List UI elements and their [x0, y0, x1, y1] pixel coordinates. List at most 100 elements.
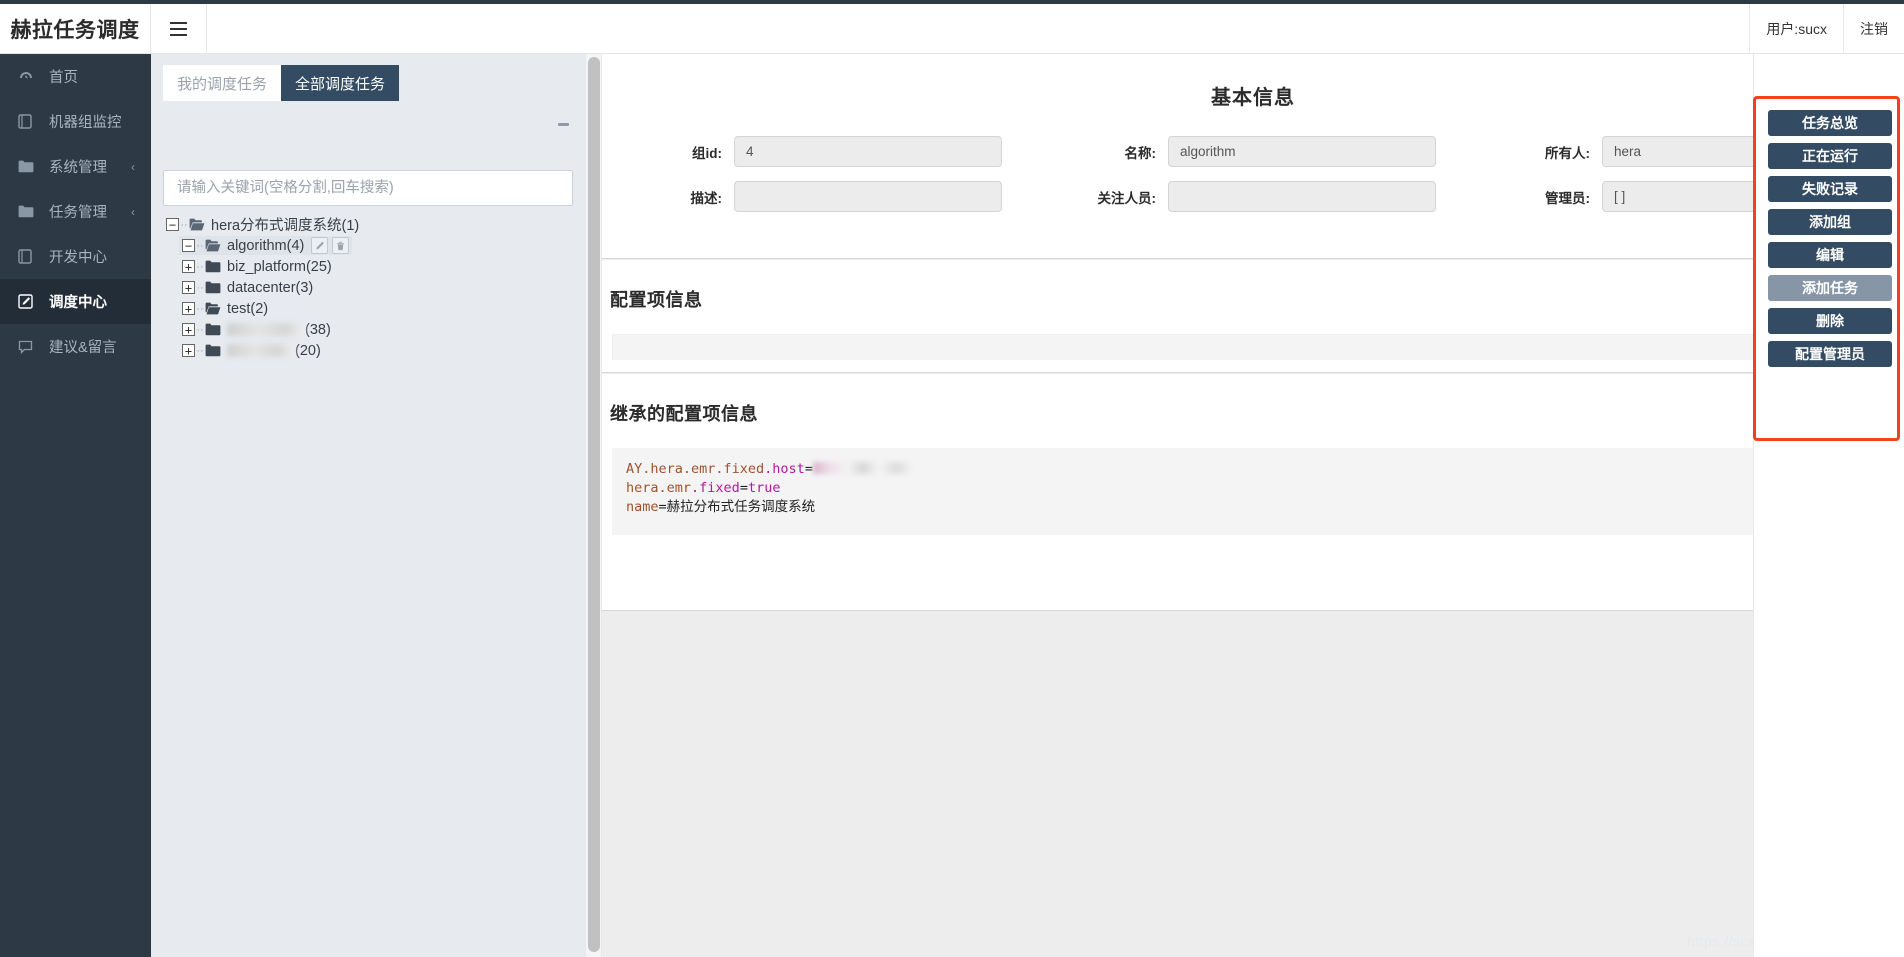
sidebar-item-label: 调度中心 — [49, 291, 107, 312]
sidebar-item-schedule-center[interactable]: 调度中心 — [0, 279, 151, 324]
scrollbar-thumb[interactable] — [588, 57, 600, 952]
tree-toggle-icon[interactable]: + — [182, 344, 195, 357]
folder-open-icon — [205, 239, 221, 252]
action-button-stack: 任务总览 正在运行 失败记录 添加组 编辑 添加任务 删除 配置管理员 — [1768, 110, 1892, 367]
config-value: 赫拉分布式任务调度系统 — [667, 499, 816, 515]
tree-toggle-icon[interactable]: + — [182, 260, 195, 273]
description-field[interactable] — [734, 181, 1002, 212]
tree-node-biz-platform[interactable]: + ·· biz_platform(25) — [163, 256, 573, 277]
add-group-button[interactable]: 添加组 — [1768, 209, 1892, 235]
sidebar-item-feedback[interactable]: 建议&留言 — [0, 324, 151, 369]
app-header: 赫拉任务调度 用户:sucx 注销 — [0, 4, 1904, 54]
sidebar-item-label: 开发中心 — [49, 246, 107, 267]
task-tree-panel: 我的调度任务 全部调度任务 − ·· hera分布式调度系统(1) − ·· — [151, 54, 585, 957]
folder-icon — [18, 205, 40, 218]
config-info-card: 配置项信息 — [602, 260, 1904, 373]
edit-button[interactable]: 编辑 — [1768, 242, 1892, 268]
tree-toggle-icon[interactable]: + — [182, 302, 195, 315]
failure-records-button[interactable]: 失败记录 — [1768, 176, 1892, 202]
config-info-title: 配置项信息 — [602, 260, 1904, 312]
tree-node-label: datacenter(3) — [227, 280, 313, 296]
config-subkey: .host — [764, 461, 805, 477]
running-tasks-button[interactable]: 正在运行 — [1768, 143, 1892, 169]
sidebar-item-system-management[interactable]: 系统管理 ‹ — [0, 144, 151, 189]
tree-line-icon: ·· — [195, 282, 205, 294]
tree-line-icon: ·· — [195, 303, 205, 315]
config-line-1: AY.hera.emr.fixed.host= — [626, 460, 1880, 479]
main-scrollbar[interactable] — [585, 54, 602, 957]
tab-all-tasks[interactable]: 全部调度任务 — [281, 65, 399, 101]
tree-line-icon: ·· — [195, 261, 205, 273]
delete-icon[interactable] — [332, 237, 349, 254]
tab-my-tasks[interactable]: 我的调度任务 — [163, 65, 281, 101]
book-icon — [18, 249, 40, 264]
chevron-left-icon: ‹ — [131, 205, 135, 219]
folder-open-icon — [189, 218, 205, 231]
delete-button[interactable]: 删除 — [1768, 308, 1892, 334]
task-tree: − ·· hera分布式调度系统(1) − ·· algorithm(4) — [163, 214, 573, 361]
redacted-label — [227, 344, 295, 357]
tree-node-label: algorithm(4) — [227, 238, 304, 254]
tree-toggle-icon[interactable]: + — [182, 323, 195, 336]
tree-node-label: biz_platform(25) — [227, 259, 332, 275]
add-task-button: 添加任务 — [1768, 275, 1892, 301]
redacted-label — [227, 323, 305, 336]
config-equals: = — [659, 499, 667, 515]
minimize-icon[interactable] — [555, 116, 571, 132]
edit-icon — [18, 294, 40, 309]
app-brand: 赫拉任务调度 — [0, 4, 151, 53]
search-input[interactable] — [163, 170, 573, 206]
tree-node-root[interactable]: − ·· hera分布式调度系统(1) — [163, 214, 573, 235]
name-field[interactable]: algorithm — [1168, 136, 1436, 167]
message-icon — [18, 339, 40, 354]
edit-icon[interactable] — [311, 237, 328, 254]
folder-icon — [205, 323, 221, 336]
config-key: name — [626, 499, 659, 515]
tree-node-label: hera分布式调度系统(1) — [211, 214, 359, 235]
dashboard-icon — [18, 69, 40, 85]
sidebar-item-dev-center[interactable]: 开发中心 — [0, 234, 151, 279]
config-equals: = — [805, 461, 813, 477]
tree-node-test[interactable]: + ·· test(2) — [163, 298, 573, 319]
basic-info-row-1: 组id: 4 名称: algorithm 所有人: hera — [602, 110, 1904, 167]
sidebar-item-task-management[interactable]: 任务管理 ‹ — [0, 189, 151, 234]
task-overview-button[interactable]: 任务总览 — [1768, 110, 1892, 136]
tree-node-algorithm[interactable]: − ·· algorithm(4) — [163, 235, 573, 256]
field-label-admins: 管理员: — [1470, 187, 1590, 207]
field-label-group-id: 组id: — [602, 142, 722, 162]
chevron-left-icon: ‹ — [131, 160, 135, 174]
tree-node-actions — [311, 237, 349, 254]
sidebar-item-label: 首页 — [49, 66, 78, 87]
sidebar-item-label: 系统管理 — [49, 156, 107, 177]
followers-field[interactable] — [1168, 181, 1436, 212]
tree-node-label: (20) — [295, 343, 321, 359]
tree-line-icon: ·· — [195, 345, 205, 357]
field-label-description: 描述: — [602, 187, 722, 207]
tree-toggle-icon[interactable]: − — [182, 239, 195, 252]
tree-node-datacenter[interactable]: + ·· datacenter(3) — [163, 277, 573, 298]
config-admin-button[interactable]: 配置管理员 — [1768, 341, 1892, 367]
inherited-config-title: 继承的配置项信息 — [602, 374, 1904, 426]
config-equals: = — [740, 480, 748, 496]
sidebar-item-machine-monitor[interactable]: 机器组监控 — [0, 99, 151, 144]
sidebar-item-label: 建议&留言 — [49, 336, 117, 357]
tree-node-redacted-2[interactable]: + ·· (20) — [163, 340, 573, 361]
field-label-followers: 关注人员: — [1036, 187, 1156, 207]
hamburger-icon[interactable] — [151, 4, 207, 53]
current-user-label: 用户:sucx — [1749, 4, 1843, 53]
monitor-icon — [18, 114, 40, 129]
sidebar-item-home[interactable]: 首页 — [0, 54, 151, 99]
tree-node-redacted-1[interactable]: + ·· (38) — [163, 319, 573, 340]
config-info-table-header — [612, 334, 1894, 360]
tree-toggle-icon[interactable]: + — [182, 281, 195, 294]
header-right-group: 用户:sucx 注销 — [1749, 4, 1904, 53]
tree-panel-tabs: 我的调度任务 全部调度任务 — [163, 65, 399, 101]
logout-button[interactable]: 注销 — [1843, 4, 1904, 53]
tree-line-icon: ·· — [179, 219, 189, 231]
group-id-field[interactable]: 4 — [734, 136, 1002, 167]
folder-open-icon — [205, 302, 221, 315]
folder-icon — [205, 260, 221, 273]
inherited-config-code: AY.hera.emr.fixed.host= hera.emr.fixed=t… — [612, 448, 1894, 535]
basic-info-row-2: 描述: 关注人员: 管理员: [ ] — [602, 167, 1904, 212]
tree-toggle-icon[interactable]: − — [166, 218, 179, 231]
